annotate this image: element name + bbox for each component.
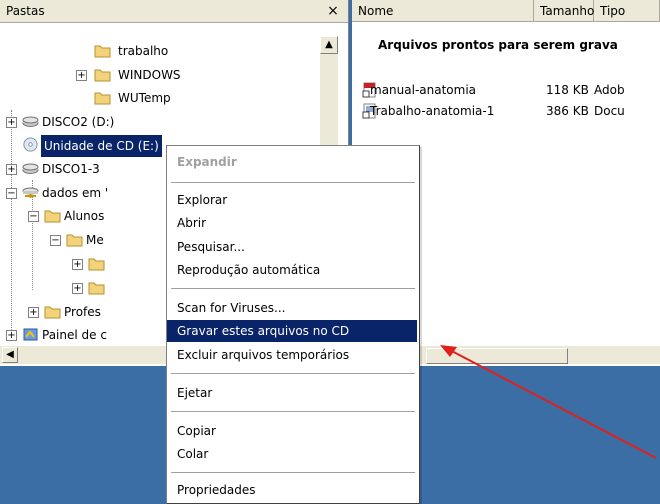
tree-item-label: Alunos (64, 209, 105, 223)
menu-item-abrir[interactable]: Abrir (167, 212, 417, 234)
menu-separator (171, 373, 415, 374)
tree-item-label: dados em ' (42, 186, 109, 200)
menu-item-copiar[interactable]: Copiar (167, 420, 417, 442)
menu-item-expandir[interactable]: Expandir (167, 151, 417, 173)
folder-icon (88, 282, 105, 295)
context-menu: Expandir Explorar Abrir Pesquisar... Rep… (166, 145, 420, 504)
file-type: Adob (594, 83, 625, 97)
column-header-name[interactable]: Nome (352, 0, 534, 22)
file-type: Docu (594, 104, 625, 118)
menu-item-ejetar[interactable]: Ejetar (167, 382, 417, 404)
folder-icon (44, 306, 61, 319)
group-header: Arquivos prontos para serem grava (378, 38, 618, 52)
expand-icon[interactable]: + (6, 117, 17, 128)
tree-item-label: DISCO1-3 (42, 162, 100, 176)
menu-item-gravar-cd[interactable]: Gravar estes arquivos no CD (167, 320, 417, 342)
expand-icon[interactable]: + (72, 283, 83, 294)
menu-item-colar[interactable]: Colar (167, 443, 417, 465)
tree-item-label: Me (86, 233, 104, 247)
tree-item-label: Unidade de CD (E:) (41, 135, 162, 157)
expand-icon[interactable]: + (28, 307, 39, 318)
collapse-icon[interactable]: − (50, 235, 61, 246)
scroll-thumb[interactable] (426, 348, 568, 364)
scroll-left-arrow-icon[interactable]: ◀ (2, 347, 18, 363)
expand-icon[interactable]: + (6, 330, 17, 341)
close-folders-button[interactable]: × (324, 2, 342, 20)
tree-item-label: Profes (64, 305, 101, 319)
menu-item-reproducao-automatica[interactable]: Reprodução automática (167, 259, 417, 281)
tree-item-label: WUTemp (118, 91, 171, 105)
menu-separator (171, 182, 415, 183)
file-size: 118 KB (546, 83, 589, 97)
cd-drive-icon (23, 137, 38, 152)
file-name: manual-anatomia (370, 83, 477, 97)
tree-item-trabalho[interactable]: trabalho (0, 40, 320, 62)
control-panel-icon (23, 328, 38, 341)
menu-separator (171, 411, 415, 412)
tree-item-label: DISCO2 (D:) (42, 115, 115, 129)
collapse-icon[interactable]: − (28, 211, 39, 222)
menu-item-propriedades[interactable]: Propriedades (167, 479, 417, 501)
network-drive-icon (22, 187, 39, 198)
tree-item-label: Painel de c (42, 328, 107, 342)
menu-item-scan-for-viruses[interactable]: Scan for Viruses... (167, 297, 417, 319)
drive-icon (22, 163, 39, 174)
folders-header: Pastas × (0, 0, 348, 23)
expand-icon[interactable]: + (72, 259, 83, 270)
expand-icon[interactable]: + (6, 164, 17, 175)
tree-item-disco2[interactable]: + DISCO2 (D:) (0, 111, 320, 133)
tree-item-label: WINDOWS (118, 68, 181, 82)
menu-item-pesquisar[interactable]: Pesquisar... (167, 236, 417, 258)
file-size: 386 KB (546, 104, 589, 118)
menu-separator (171, 472, 415, 473)
scroll-up-arrow-icon[interactable]: ▲ (320, 36, 338, 54)
expand-icon[interactable]: + (76, 70, 87, 81)
column-header-size[interactable]: Tamanho (534, 0, 594, 22)
folder-icon (44, 210, 61, 223)
menu-item-explorar[interactable]: Explorar (167, 189, 417, 211)
drive-icon (22, 116, 39, 127)
tree-item-windows[interactable]: + WINDOWS (0, 64, 320, 86)
folder-icon (94, 45, 111, 58)
tree-item-label: trabalho (118, 44, 169, 58)
collapse-icon[interactable]: − (6, 188, 17, 199)
tree-item-wutemp[interactable]: WUTemp (0, 87, 320, 109)
folder-icon (88, 258, 105, 271)
column-header-type[interactable]: Tipo (594, 0, 660, 22)
menu-separator (171, 288, 415, 289)
file-name: Trabalho-anatomia-1 (370, 104, 495, 118)
folder-icon (94, 69, 111, 82)
folder-icon (66, 234, 83, 247)
folder-icon (94, 92, 111, 105)
menu-item-excluir-temporarios[interactable]: Excluir arquivos temporários (167, 344, 417, 366)
folders-title: Pastas (6, 4, 45, 18)
